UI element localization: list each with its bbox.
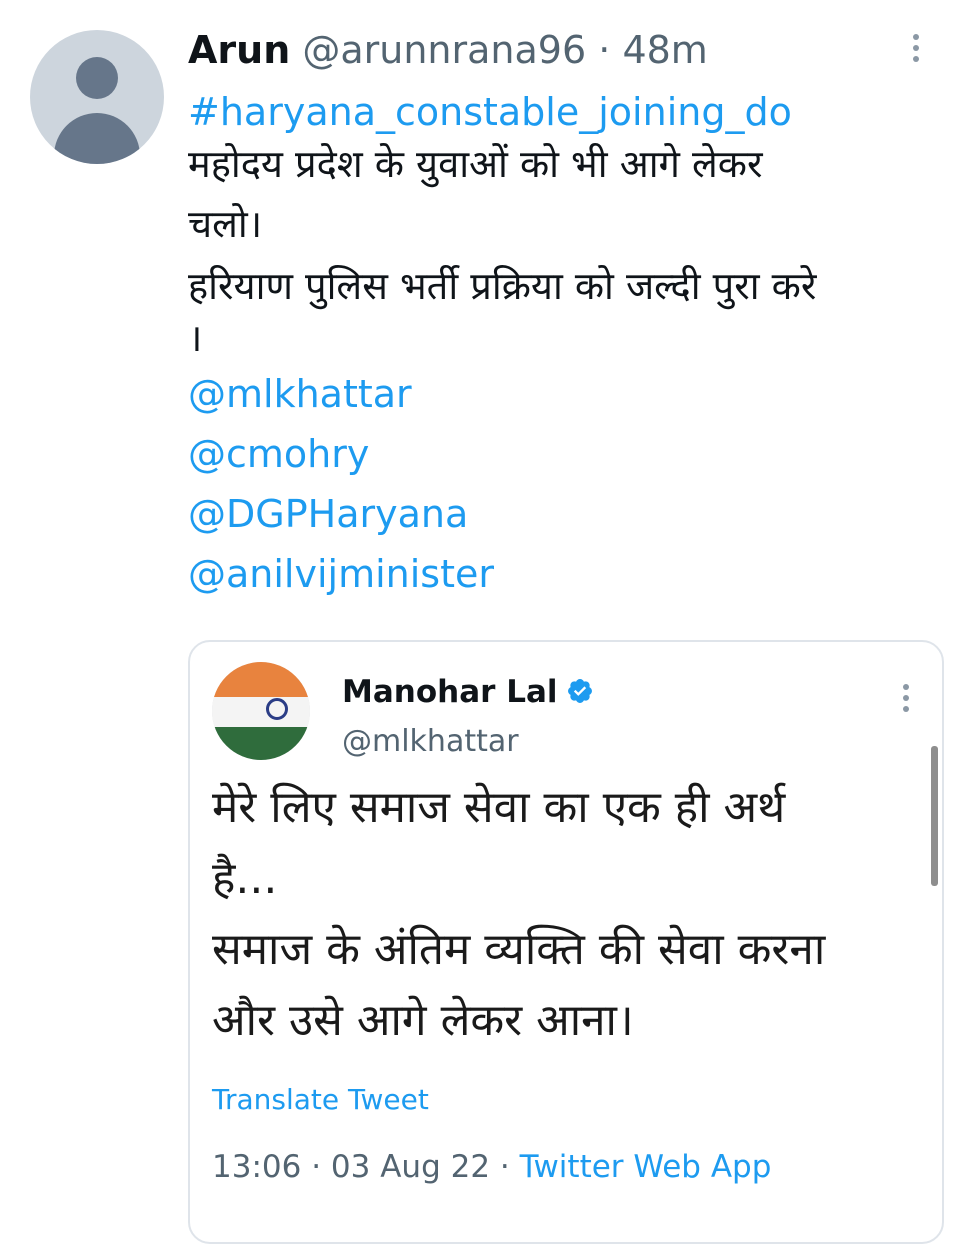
verified-badge-icon <box>567 678 592 703</box>
user-avatar[interactable] <box>30 30 164 164</box>
mention-link-dgpharyana[interactable]: @DGPHaryana <box>188 488 948 540</box>
ashoka-chakra-icon <box>266 698 288 720</box>
quoted-author-avatar[interactable] <box>212 662 310 760</box>
quoted-tweet-meta: 13:06 · 03 Aug 22 · Twitter Web App <box>212 1146 771 1188</box>
tweet-text-line: हरियाण पुलिस भर्ती प्रक्रिया को जल्दी पु… <box>188 264 817 308</box>
meta-separator: · <box>311 1149 322 1185</box>
quoted-text-line: मेरे लिए समाज सेवा का एक ही अर्थ <box>212 782 786 833</box>
mention-link-anilvijminister[interactable]: @anilvijminister <box>188 548 948 600</box>
quoted-author-handle[interactable]: @mlkhattar <box>342 722 519 762</box>
tweet-source-link[interactable]: Twitter Web App <box>520 1149 772 1185</box>
translate-tweet-link[interactable]: Translate Tweet <box>212 1082 429 1118</box>
quoted-text-line: है... <box>212 853 278 904</box>
tweet-time[interactable]: 48m <box>622 28 707 72</box>
quoted-scrollbar[interactable] <box>931 746 938 886</box>
header-separator: · <box>598 28 611 72</box>
mention-link-mlkhattar[interactable]: @mlkhattar <box>188 368 948 420</box>
tweet-text-line: महोदय प्रदेश के युवाओं को भी आगे लेकर <box>188 142 763 186</box>
quoted-author-line: Manohar Lal <box>342 672 594 712</box>
tweet-text-line: चलो। <box>188 202 263 246</box>
hashtag-link[interactable]: #haryana_constable_joining_do <box>188 86 948 138</box>
avatar-body-shape <box>54 113 140 164</box>
flag-green-band <box>212 726 310 760</box>
flag-saffron-band <box>212 662 310 698</box>
quoted-tweet-card[interactable]: Manohar Lal @mlkhattar मेरे लिए समाज सेव… <box>188 640 944 1244</box>
quoted-tweet-time[interactable]: 13:06 <box>212 1149 301 1185</box>
mention-link-cmohry[interactable]: @cmohry <box>188 428 948 480</box>
quoted-text-line: समाज के अंतिम व्यक्ति की सेवा करना <box>212 924 826 975</box>
tweet-body: #haryana_constable_joining_do महोदय प्रद… <box>188 86 948 600</box>
flag-white-band <box>212 697 310 727</box>
meta-separator: · <box>499 1149 510 1185</box>
tweet-text-line: । <box>188 316 203 360</box>
more-options-icon[interactable] <box>906 30 926 66</box>
quoted-more-options-icon[interactable] <box>896 680 916 716</box>
quoted-tweet-body: मेरे लिए समाज सेवा का एक ही अर्थ है... स… <box>212 772 912 1056</box>
quoted-tweet-date[interactable]: 03 Aug 22 <box>331 1149 490 1185</box>
author-handle[interactable]: @arunnrana96 <box>302 28 586 72</box>
author-name[interactable]: Arun <box>188 28 290 72</box>
quoted-author-name[interactable]: Manohar Lal <box>342 674 558 710</box>
avatar-head-shape <box>76 57 118 99</box>
quoted-text-line: और उसे आगे लेकर आना। <box>212 995 634 1046</box>
tweet-header: Arun @arunnrana96 · 48m <box>188 22 708 78</box>
